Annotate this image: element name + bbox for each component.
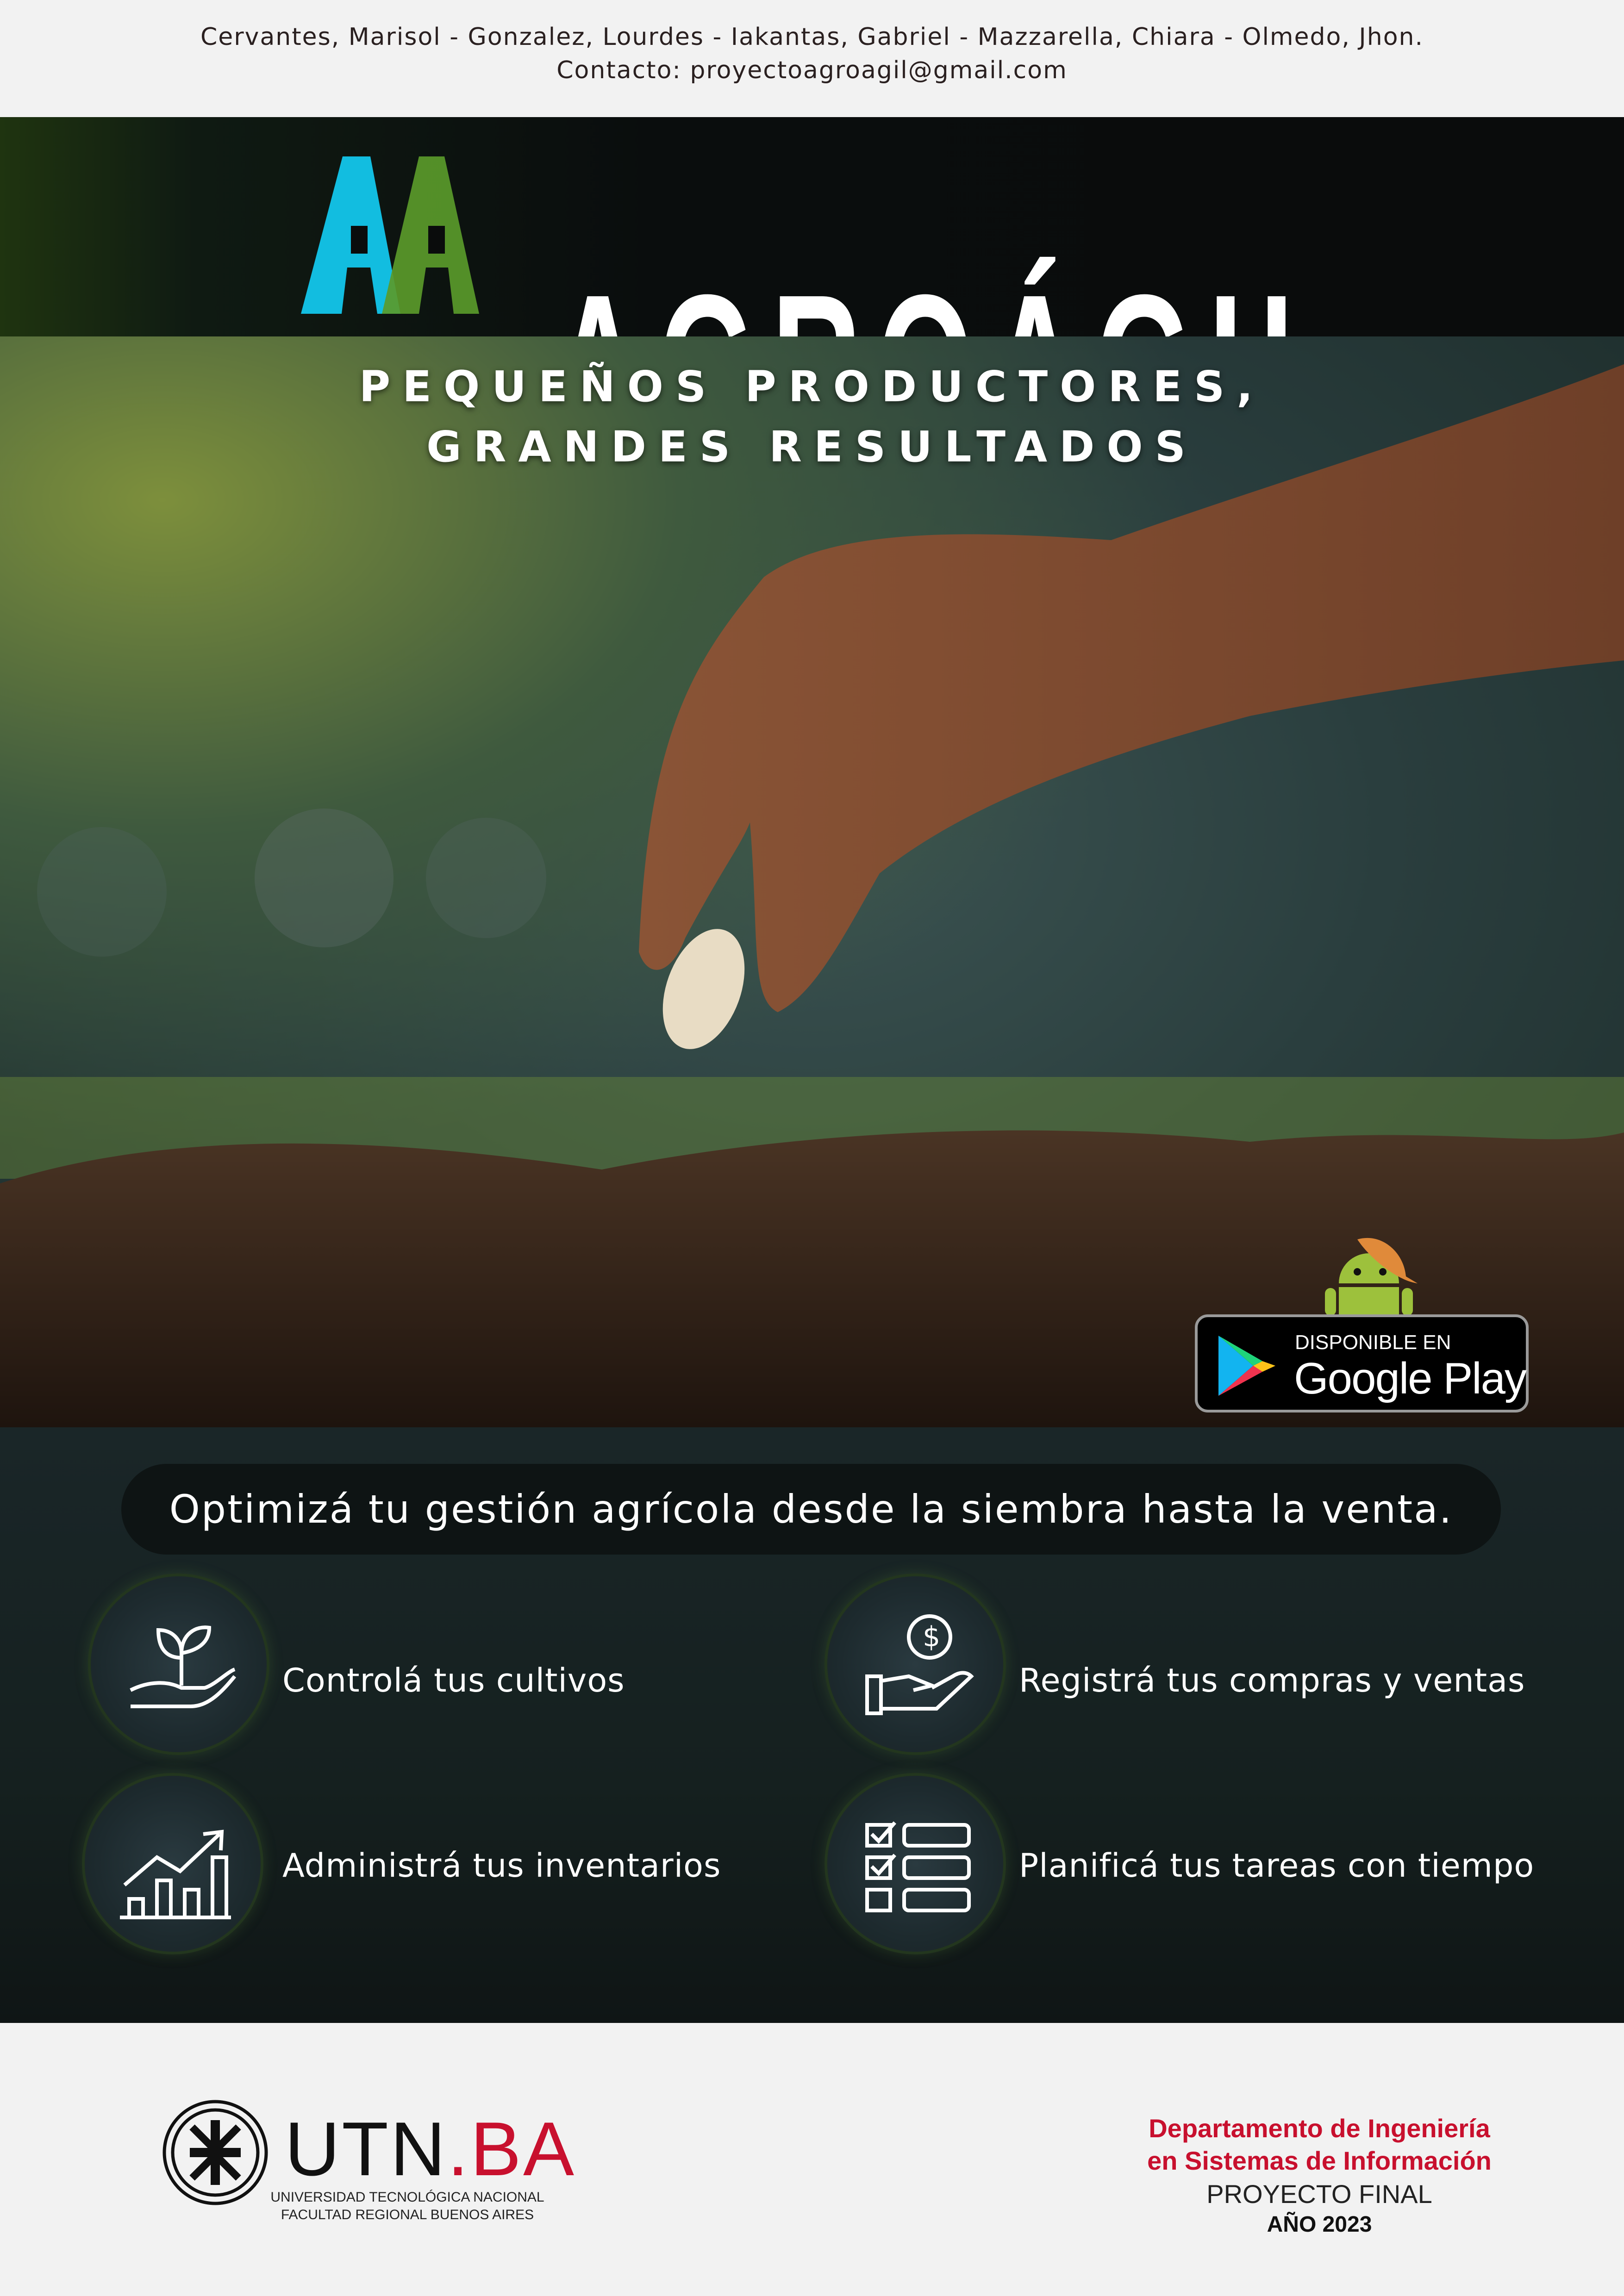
tagline-line-1: PEQUEÑOS PRODUCTORES, <box>359 362 1265 411</box>
features-headline: Optimizá tu gestión agrícola desde la si… <box>121 1464 1501 1555</box>
tagline-line-2: GRANDES RESULTADOS <box>426 422 1198 472</box>
feature-icon-circle <box>82 1773 263 1954</box>
feature-icon-circle <box>824 1773 1006 1954</box>
android-farmer-icon <box>1325 1238 1418 1316</box>
badge-line-1: DISPONIBLE EN <box>1295 1331 1451 1354</box>
google-play-badge[interactable]: DISPONIBLE EN Google Play <box>1195 1314 1529 1412</box>
feature-icon-circle: $ <box>824 1574 1006 1755</box>
google-play-icon <box>1218 1336 1275 1396</box>
growth-chart-icon <box>120 1829 231 1919</box>
credits-header: Cervantes, Marisol - Gonzalez, Lourdes -… <box>0 0 1624 117</box>
project-label: PROYECTO FINAL <box>1206 2179 1432 2209</box>
utn-emblem-icon <box>162 2100 268 2205</box>
utn-line-1: UNIVERSIDAD TECNOLÓGICA NACIONAL <box>270 2190 544 2205</box>
money-hand-icon: $ <box>865 1614 974 1715</box>
authors-text: Cervantes, Marisol - Gonzalez, Lourdes -… <box>200 23 1424 51</box>
brand-band: AGROÁGIL <box>0 117 1624 464</box>
footer: UTN.BA UNIVERSIDAD TECNOLÓGICA NACIONAL … <box>0 2023 1624 2296</box>
utn-line-2: FACULTAD REGIONAL BUENOS AIRES <box>281 2207 534 2222</box>
agroagil-logo-icon <box>301 156 479 314</box>
svg-text:$: $ <box>923 1621 940 1653</box>
badge-line-2: Google Play <box>1294 1354 1527 1403</box>
feature-icon-circle <box>88 1574 269 1755</box>
checklist-icon <box>865 1821 971 1912</box>
feature-label: Administrá tus inventarios <box>282 1847 721 1885</box>
feature-label: Controlá tus cultivos <box>282 1661 625 1699</box>
plant-hand-icon <box>130 1625 237 1708</box>
year-label: AÑO 2023 <box>1267 2212 1372 2237</box>
contact-text: Contacto: proyectoagroagil@gmail.com <box>556 56 1068 84</box>
dept-line-2: en Sistemas de Información <box>1147 2146 1492 2175</box>
dept-line-1: Departamento de Ingeniería <box>1149 2114 1490 2143</box>
feature-label: Planificá tus tareas con tiempo <box>1019 1847 1535 1885</box>
utn-logo-text: UTN.BA <box>285 2106 576 2191</box>
feature-label: Registrá tus compras y ventas <box>1019 1661 1525 1699</box>
